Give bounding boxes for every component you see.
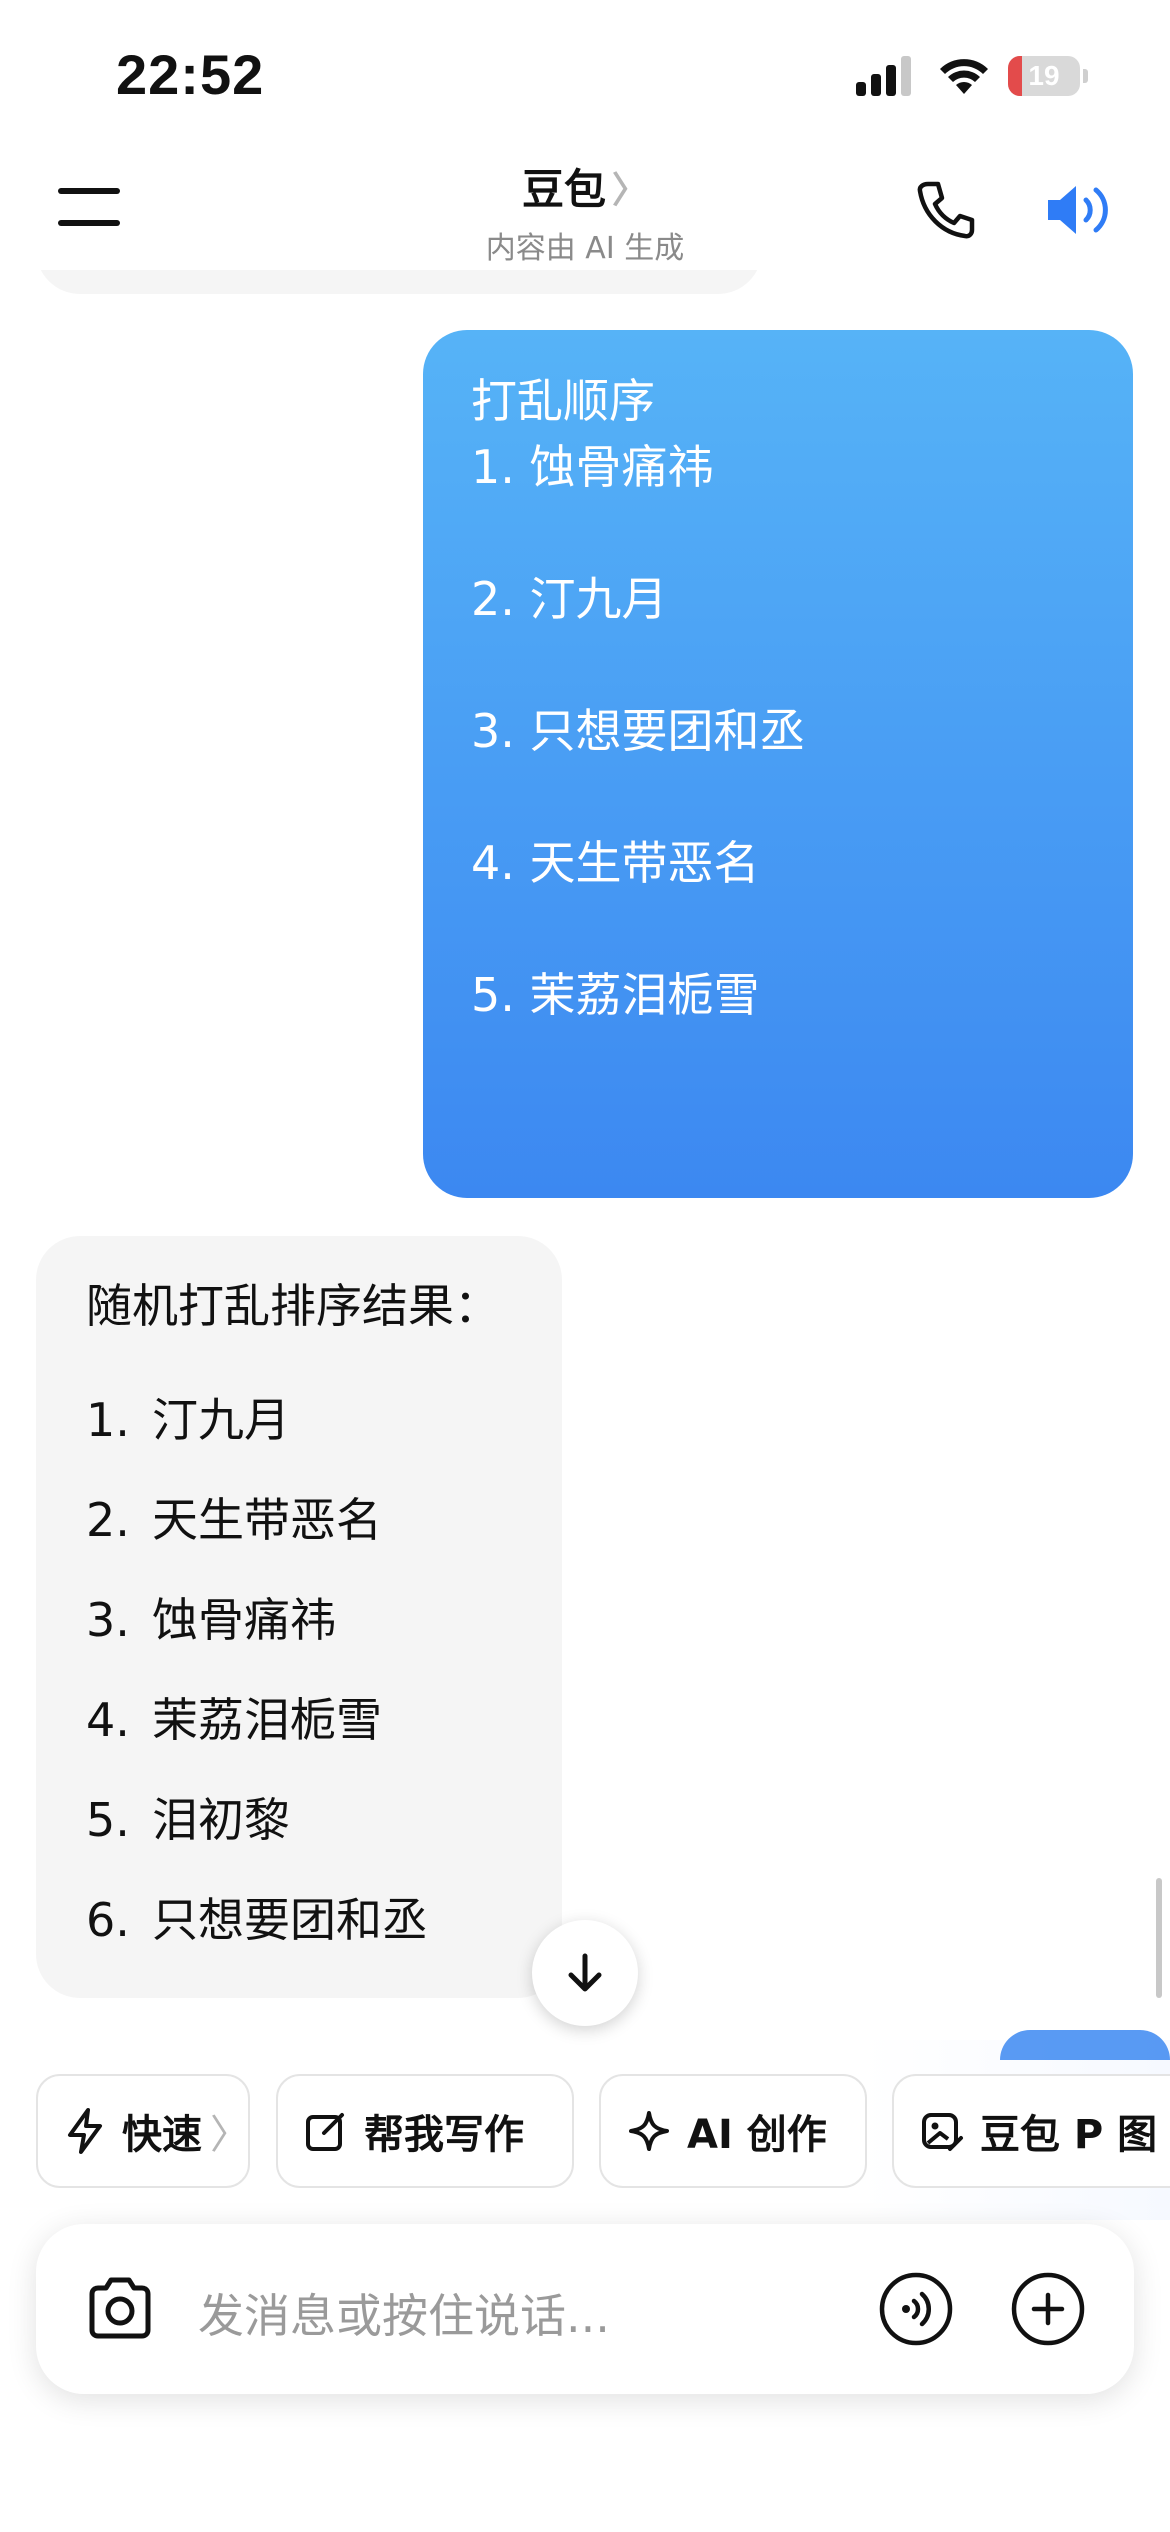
message-input[interactable]: 发消息或按住说话... (198, 2280, 610, 2346)
plus-icon[interactable] (1010, 2271, 1086, 2347)
list-item: 4. 茉荔泪栀雪 (86, 1693, 382, 1747)
user-message-item: 3. 只想要团和丞 (471, 704, 806, 758)
user-message-item: 1. 蚀骨痛祎 (471, 440, 714, 494)
arrow-down-icon (568, 1953, 602, 1992)
list-item: 6. 只想要团和丞 (86, 1893, 428, 1947)
chip-fast-mode[interactable]: 快速〉 (36, 2074, 250, 2188)
list-item: 1. 汀九月 (86, 1393, 290, 1447)
menu-icon[interactable] (58, 184, 122, 228)
list-item: 3. 蚀骨痛祎 (86, 1593, 336, 1647)
chat-title-area[interactable]: 豆包〉 内容由 AI 生成 (385, 156, 785, 267)
chip-help-write[interactable]: 帮我写作 (276, 2074, 574, 2188)
list-item: 2. 天生带恶名 (86, 1493, 382, 1547)
bot-message-heading: 随机打乱排序结果： (86, 1279, 500, 1333)
chip-label: 帮我写作 (364, 2112, 524, 2158)
lightning-icon (68, 2108, 102, 2154)
chevron-right-icon: 〉 (210, 2112, 250, 2158)
chat-subtitle: 内容由 AI 生成 (485, 231, 685, 266)
message-input-bar: 发消息或按住说话... (36, 2224, 1134, 2394)
chip-image-edit[interactable]: 豆包 P 图 (892, 2074, 1170, 2188)
status-time: 22:52 (116, 43, 265, 106)
quick-action-bar: 快速〉 帮我写作 AI 创作 豆包 P 图 (0, 2074, 1170, 2190)
scrollbar[interactable] (1156, 1878, 1162, 1998)
chip-label: 豆包 P 图 (980, 2112, 1158, 2158)
voice-icon[interactable] (878, 2271, 954, 2347)
user-message-item: 5. 茉荔泪栀雪 (471, 968, 760, 1022)
edit-icon (306, 2113, 344, 2151)
image-edit-icon (922, 2113, 963, 2151)
chat-title: 豆包 (521, 165, 606, 214)
battery-icon: 19 (1008, 56, 1088, 96)
bot-message-bubble[interactable]: 随机打乱排序结果： 1. 汀九月 2. 天生带恶名 3. 蚀骨痛祎 4. 茉荔泪栀雪 5… (36, 1236, 562, 1998)
user-message-item: 4. 天生带恶名 (471, 836, 760, 890)
chip-label: AI 创作 (687, 2112, 827, 2158)
speaker-icon[interactable] (1044, 178, 1116, 242)
phone-icon[interactable] (914, 178, 978, 242)
title-chevron-icon: 〉 (612, 170, 649, 211)
user-message-bubble[interactable]: 打乱顺序 1. 蚀骨痛祎 2. 汀九月 3. 只想要团和丞 4. 天生带恶名 5… (423, 330, 1133, 1198)
chip-ai-create[interactable]: AI 创作 (599, 2074, 867, 2188)
partial-bubble-hint (1000, 2030, 1170, 2060)
user-message-item: 2. 汀九月 (471, 572, 668, 626)
status-bar: 22:52 19 (0, 0, 1170, 140)
list-item: 5. 泪初黎 (86, 1793, 290, 1847)
battery-percent: 19 (1028, 60, 1060, 91)
scroll-to-bottom-button[interactable] (532, 1920, 638, 2026)
chip-label: 快速 (122, 2112, 202, 2158)
sparkle-icon (629, 2111, 669, 2151)
bot-message-list: 1. 汀九月 2. 天生带恶名 3. 蚀骨痛祎 4. 茉荔泪栀雪 5. 泪初黎 6. 只想要… (86, 1370, 512, 1970)
camera-icon[interactable] (84, 2274, 156, 2344)
wifi-icon (940, 59, 988, 94)
user-message-heading: 打乱顺序 (471, 374, 655, 428)
signal-icon (856, 56, 911, 96)
chat-header: 豆包〉 内容由 AI 生成 (0, 140, 1170, 270)
